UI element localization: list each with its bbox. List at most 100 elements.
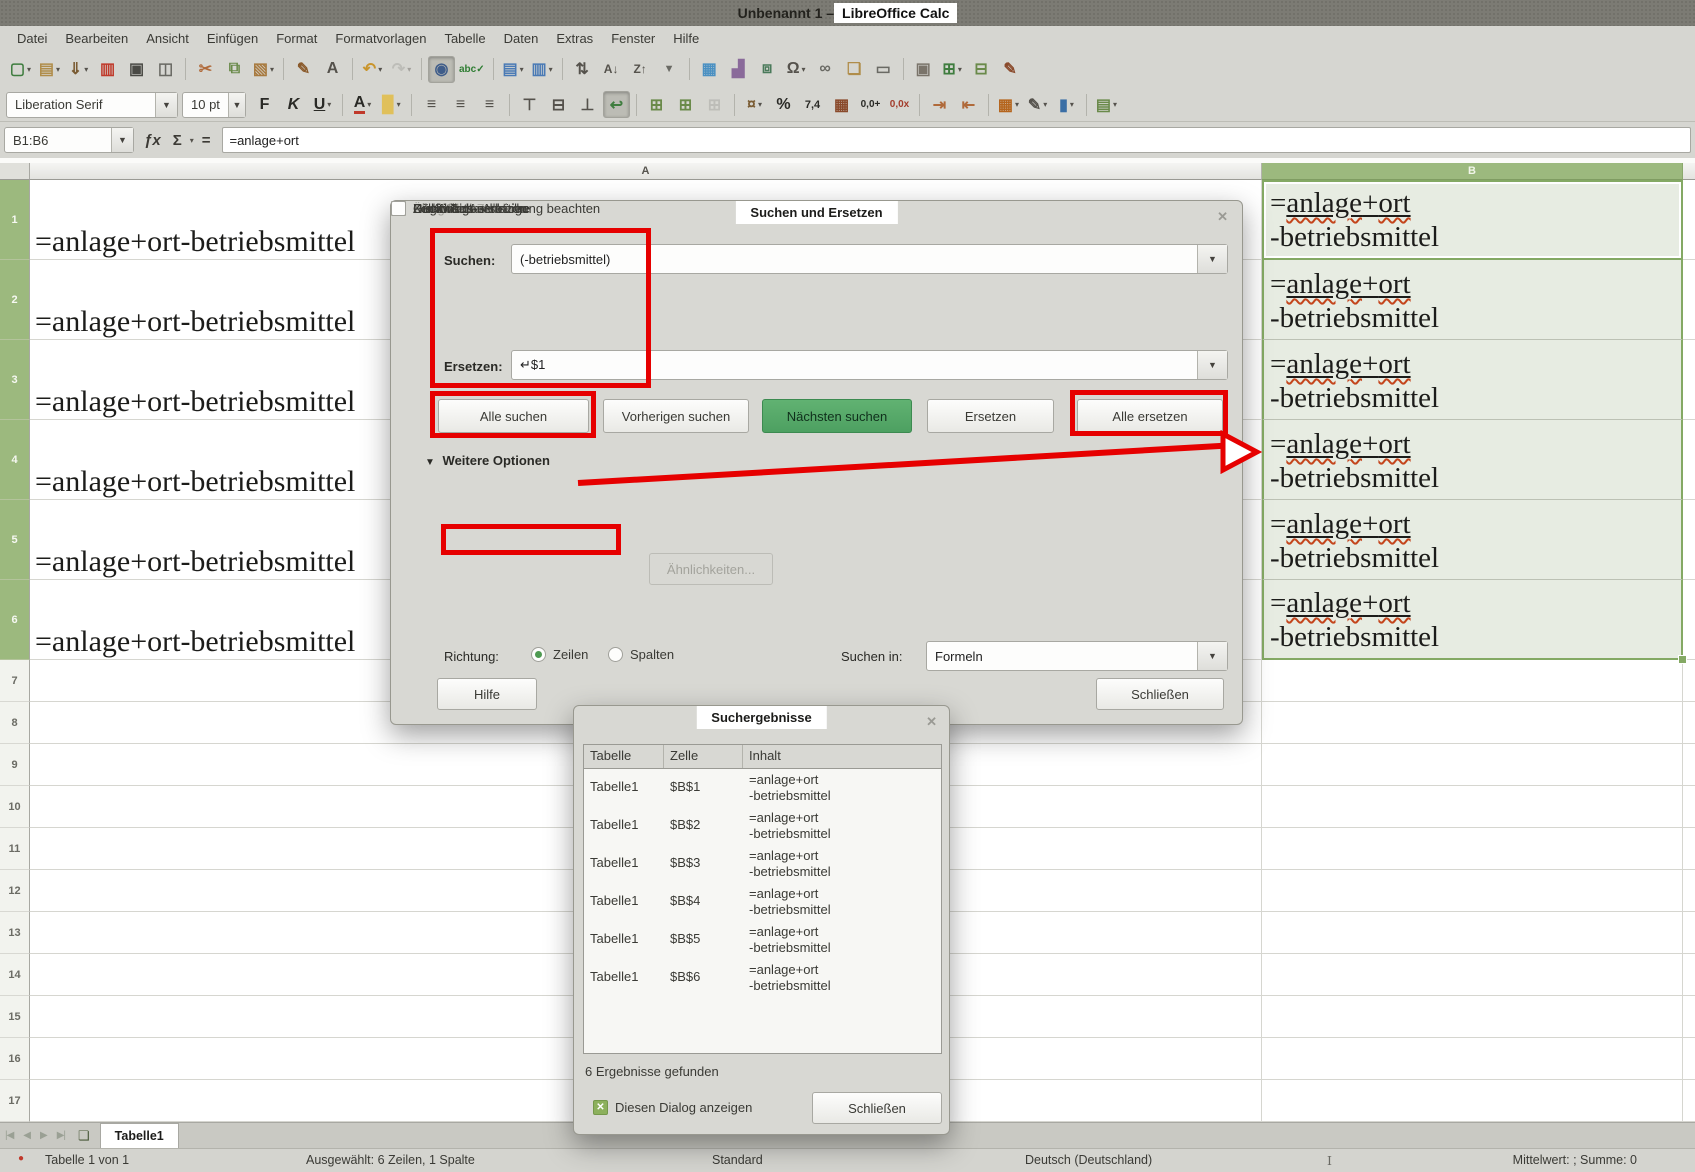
row-header[interactable]: 15 — [0, 996, 30, 1038]
formula-icon[interactable]: = — [202, 132, 211, 149]
chevron-down-icon[interactable]: ▾ — [397, 100, 401, 109]
chevron-down-icon[interactable]: ▾ — [1070, 100, 1074, 109]
pivot-table-icon[interactable]: ⧈ — [754, 56, 781, 83]
result-row[interactable]: Tabelle1 $B$5 =anlage+ort-betriebsmittel — [584, 921, 941, 959]
cell-column-edge[interactable] — [1683, 744, 1695, 786]
replace-button[interactable]: Ersetzen — [927, 399, 1054, 433]
chevron-down-icon[interactable]: ▾ — [327, 100, 331, 109]
language-status[interactable]: Deutsch (Deutschland) — [1025, 1153, 1152, 1167]
cell-column-edge[interactable] — [1683, 912, 1695, 954]
cell-column-b-selected[interactable]: =anlage+ort -betriebsmittel — [1262, 180, 1683, 260]
border-color-icon[interactable]: ▮▾ — [1053, 91, 1080, 118]
paste-icon[interactable]: ▧▾ — [250, 56, 277, 83]
redo-icon[interactable]: ↷▾ — [388, 56, 415, 83]
align-top-icon[interactable]: ⊤ — [516, 91, 543, 118]
find-and-replace-icon[interactable]: ◉ — [428, 56, 455, 83]
chevron-down-icon[interactable]: ▾ — [84, 65, 88, 74]
close-button[interactable]: Schließen — [812, 1092, 942, 1124]
cell-column-b[interactable] — [1262, 996, 1683, 1038]
clone-formatting-icon[interactable]: ✎ — [290, 56, 317, 83]
center-vertically-icon[interactable]: ⊟ — [545, 91, 572, 118]
chevron-down-icon[interactable]: ▾ — [56, 65, 60, 74]
checkbox-box[interactable] — [593, 1100, 608, 1115]
decrease-indent-icon[interactable]: ⇤ — [955, 91, 982, 118]
delete-decimal-place-icon[interactable]: 0,0x — [886, 91, 913, 118]
menu-item-hilfe[interactable]: Hilfe — [664, 28, 708, 49]
name-box[interactable]: B1:B6 ▼ — [4, 127, 134, 153]
sort-ascending-icon[interactable]: A↓ — [598, 56, 625, 83]
row-header[interactable]: 16 — [0, 1038, 30, 1080]
chevron-down-icon[interactable]: ▾ — [1015, 100, 1019, 109]
font-size-combobox[interactable]: 10 pt ▼ — [182, 92, 246, 118]
column-header-zelle[interactable]: Zelle — [664, 745, 743, 768]
headers-footers-icon[interactable]: ▭ — [870, 56, 897, 83]
replace-all-button[interactable]: Alle ersetzen — [1077, 399, 1223, 433]
font-name-combobox[interactable]: Liberation Serif ▼ — [6, 92, 178, 118]
cell-column-edge[interactable] — [1683, 580, 1695, 660]
result-row[interactable]: Tabelle1 $B$3 =anlage+ort-betriebsmittel — [584, 845, 941, 883]
align-center-icon[interactable]: ≡ — [447, 91, 474, 118]
direction-rows-radio[interactable]: Zeilen — [531, 647, 588, 662]
column-header-a[interactable]: A — [30, 163, 1262, 180]
save-icon[interactable]: ⇓▾ — [65, 56, 92, 83]
row-header[interactable]: 8 — [0, 702, 30, 744]
merge-cells-icon[interactable]: ⊞ — [672, 91, 699, 118]
row-header[interactable]: 7 — [0, 660, 30, 702]
page-style-status[interactable]: Standard — [712, 1153, 763, 1167]
print-directly-icon[interactable]: ▣ — [910, 56, 937, 83]
menu-item-formatvorlagen[interactable]: Formatvorlagen — [326, 28, 435, 49]
sort-icon[interactable]: ⇅ — [569, 56, 596, 83]
chevron-down-icon[interactable]: ▾ — [378, 65, 382, 74]
export-pdf-icon[interactable]: ▥ — [94, 56, 121, 83]
copy-icon[interactable]: ⧉ — [221, 56, 248, 83]
cell-column-b[interactable] — [1262, 744, 1683, 786]
wrap-text-icon[interactable]: ↩ — [603, 91, 630, 118]
print-preview-icon[interactable]: ◫ — [152, 56, 179, 83]
cell-column-edge[interactable] — [1683, 180, 1695, 260]
underline-icon[interactable]: U▾ — [309, 91, 336, 118]
unmerge-cells-icon[interactable]: ⊞ — [701, 91, 728, 118]
print-icon[interactable]: ▣ — [123, 56, 150, 83]
menu-item-daten[interactable]: Daten — [495, 28, 548, 49]
chevron-down-icon[interactable]: ▾ — [758, 100, 762, 109]
chevron-down-icon[interactable]: ▾ — [958, 65, 962, 74]
menu-item-format[interactable]: Format — [267, 28, 326, 49]
cell-column-b[interactable] — [1262, 1038, 1683, 1080]
cut-icon[interactable]: ✂ — [192, 56, 219, 83]
statistics-status[interactable]: Mittelwert: ; Summe: 0 — [1513, 1153, 1637, 1167]
result-row[interactable]: Tabelle1 $B$1 =anlage+ort-betriebsmittel — [584, 769, 941, 807]
result-row[interactable]: Tabelle1 $B$2 =anlage+ort-betriebsmittel — [584, 807, 941, 845]
close-icon[interactable]: ✕ — [926, 714, 937, 730]
find-all-button[interactable]: Alle suchen — [438, 399, 589, 433]
menu-item-ansicht[interactable]: Ansicht — [137, 28, 198, 49]
checkbox[interactable]: Zellvorlagen — [391, 201, 484, 216]
cell-column-edge[interactable] — [1683, 786, 1695, 828]
row-header[interactable]: 9 — [0, 744, 30, 786]
chevron-down-icon[interactable]: ▾ — [1113, 100, 1117, 109]
cell-column-edge[interactable] — [1683, 260, 1695, 340]
chevron-down-icon[interactable]: ▼ — [228, 93, 245, 117]
cell-column-b-selected[interactable]: =anlage+ort -betriebsmittel — [1262, 260, 1683, 340]
number-format-icon[interactable]: 7,4 — [799, 91, 826, 118]
cell-column-edge[interactable] — [1683, 702, 1695, 744]
chevron-down-icon[interactable]: ▼ — [1197, 351, 1227, 379]
cell-column-b[interactable] — [1262, 828, 1683, 870]
help-button[interactable]: Hilfe — [437, 678, 537, 710]
cell-column-edge[interactable] — [1683, 996, 1695, 1038]
cell-column-edge[interactable] — [1683, 420, 1695, 500]
chevron-down-icon[interactable]: ▼ — [1197, 642, 1227, 670]
menu-item-tabelle[interactable]: Tabelle — [435, 28, 494, 49]
close-icon[interactable]: ✕ — [1217, 209, 1228, 225]
chevron-down-icon[interactable]: ▾ — [549, 65, 553, 74]
result-row[interactable]: Tabelle1 $B$4 =anlage+ort-betriebsmittel — [584, 883, 941, 921]
previous-sheet-icon[interactable]: ◀ — [23, 1130, 30, 1141]
cell-column-b[interactable] — [1262, 786, 1683, 828]
sheet-tab-tabelle1[interactable]: Tabelle1 — [100, 1123, 179, 1149]
radio-circle[interactable] — [608, 647, 623, 662]
menu-item-bearbeiten[interactable]: Bearbeiten — [56, 28, 137, 49]
new-icon[interactable]: ▢▾ — [7, 56, 34, 83]
cell-column-b-selected[interactable]: =anlage+ort -betriebsmittel — [1262, 420, 1683, 500]
close-button[interactable]: Schließen — [1096, 678, 1224, 710]
align-right-icon[interactable]: ≡ — [476, 91, 503, 118]
special-character-icon[interactable]: Ω▾ — [783, 56, 810, 83]
